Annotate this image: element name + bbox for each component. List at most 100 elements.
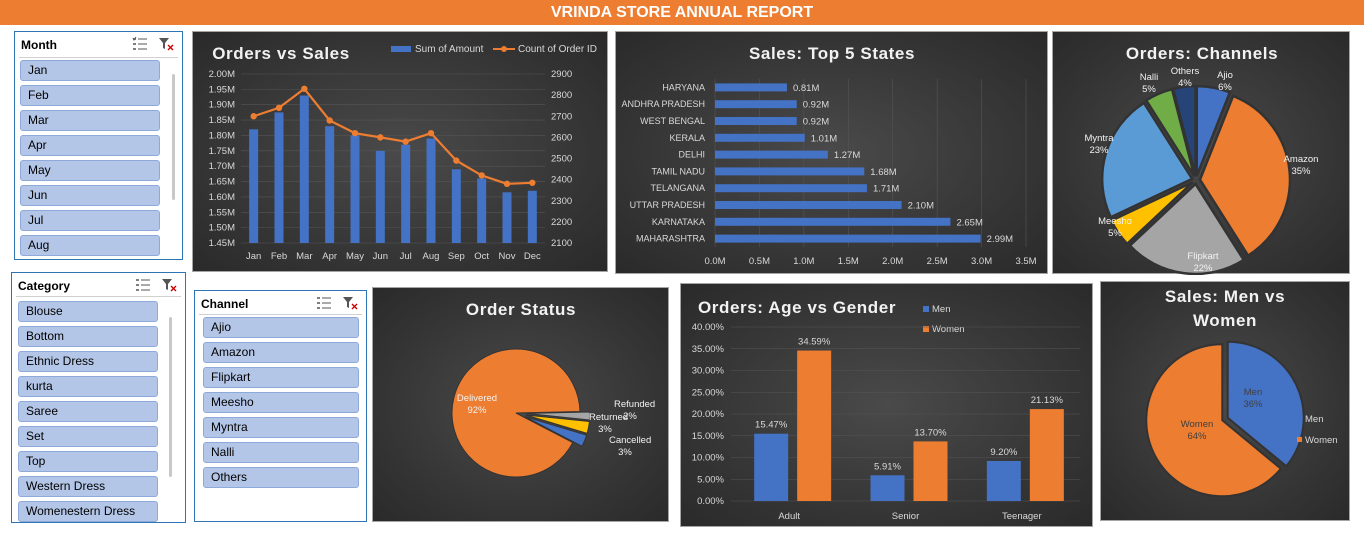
slicer-item-myntra[interactable]: Myntra [203,417,359,438]
slice-pct: 3% [598,424,612,435]
y-tick: 10.00% [692,453,725,464]
category-slicer[interactable]: Category Blouse Bottom Ethnic Dress kurta Sa… [11,272,186,523]
state-label: UTTAR PRADESH [630,200,705,210]
chart-title-line2: Women [1193,311,1257,330]
channels-chart[interactable]: Orders: Channels Ajio 6% Amazon 35% Flipkart 2… [1052,31,1350,276]
slicer-item-blouse[interactable]: Blouse [18,301,158,322]
data-label: 34.59% [798,337,831,348]
slicer-item-apr[interactable]: Apr [20,135,160,156]
y-tick: 0.00% [697,496,724,507]
y-left-tick: 1.65M [209,177,235,188]
slicer-item-aug[interactable]: Aug [20,235,160,256]
x-tick: 1.0M [793,256,814,267]
multi-select-icon[interactable] [132,36,148,52]
month-slicer[interactable]: Month Jan Feb Mar Apr May Jun Jul Aug [14,31,183,260]
x-tick: Oct [474,251,489,262]
slicer-item-ajio[interactable]: Ajio [203,317,359,338]
slicer-item-kurta[interactable]: kurta [18,376,158,397]
legend-label-orders: Count of Order ID [518,44,597,55]
y-right-tick: 2400 [551,175,572,186]
multi-select-icon[interactable] [135,277,151,293]
data-label: 1.27M [834,150,860,161]
bar-women-teenager [1029,409,1064,501]
slicer-item-flipkart[interactable]: Flipkart [203,367,359,388]
slice-label: Flipkart [1187,251,1219,262]
orders-marker-oct [478,172,485,179]
slicer-item-others[interactable]: Others [203,467,359,488]
bar-men-teenager [986,460,1021,501]
data-label: 15.47% [755,420,788,431]
state-label: DELHI [678,150,705,160]
order-status-chart[interactable]: Order Status Delivered 92% Refunded 2% Return… [372,287,669,522]
clear-filter-icon[interactable] [161,277,177,293]
x-tick: Senior [892,511,919,522]
state-label: KARNATAKA [652,217,705,227]
bar-amount-jan [249,129,259,243]
orders-marker-jul [402,138,409,145]
bar-women-adult [797,350,832,501]
bar-amount-dec [527,190,537,243]
slice-pct: 6% [1218,82,1232,93]
data-label: 21.13% [1031,395,1064,406]
bar-amount-jun [375,150,385,243]
slicer-item-ethnic-dress[interactable]: Ethnic Dress [18,351,158,372]
bar-amount-mar [299,95,309,243]
bar-women-senior [913,441,948,501]
y-tick: 40.00% [692,322,725,333]
legend-marker-orders [501,46,507,52]
data-label: 1.71M [873,184,899,195]
bar-state-delhi [715,150,828,159]
age-gender-chart[interactable]: Orders: Age vs Gender Men Women 0.00% 5.00% 1… [680,283,1093,527]
chart-title: Orders: Channels [1126,44,1278,63]
slicer-item-top[interactable]: Top [18,451,158,472]
slicer-item-amazon[interactable]: Amazon [203,342,359,363]
multi-select-icon[interactable] [316,295,332,311]
men-women-chart[interactable]: Sales: Men vs Women Men 36% Women 64% Men Women [1100,281,1350,521]
y-right-tick: 2500 [551,154,572,165]
x-tick: 0.0M [704,256,725,267]
y-left-tick: 1.45M [209,238,235,249]
slice-pct: 5% [1142,84,1156,95]
slicer-item-nalli[interactable]: Nalli [203,442,359,463]
x-tick: 2.0M [882,256,903,267]
x-tick: Apr [322,251,337,262]
clear-filter-icon[interactable] [158,36,174,52]
channel-slicer[interactable]: Channel Ajio Amazon Flipkart Meesho Myntra Na… [194,290,367,522]
slicer-item-bottom[interactable]: Bottom [18,326,158,347]
slicer-item-meesho[interactable]: Meesho [203,392,359,413]
y-tick: 35.00% [692,344,725,355]
slicer-item-jun[interactable]: Jun [20,185,160,206]
x-tick: 2.5M [927,256,948,267]
slicer-item-jan[interactable]: Jan [20,60,160,81]
x-tick: Jul [400,251,412,262]
slice-label: Amazon [1284,154,1319,165]
slice-pct: 23% [1089,145,1109,156]
slicer-item-mar[interactable]: Mar [20,110,160,131]
y-left-tick: 1.75M [209,146,235,157]
slicer-item-jul[interactable]: Jul [20,210,160,231]
y-right-tick: 2700 [551,111,572,122]
top-states-chart[interactable]: Sales: Top 5 States 0.0M 0.5M 1.0M 1.5M 2.0M 2… [615,31,1048,274]
slicer-item-saree[interactable]: Saree [18,401,158,422]
x-tick: Jun [373,251,388,262]
slicer-item-womenestern-dress[interactable]: Womenestern Dress [18,501,158,522]
data-label: 2.99M [987,234,1013,245]
y-left-tick: 1.95M [209,84,235,95]
slicer-item-feb[interactable]: Feb [20,85,160,106]
x-tick: Jan [246,251,261,262]
orders-vs-sales-chart[interactable]: Orders vs Sales Sum of Amount Count of Ord… [192,31,608,272]
orders-marker-nov [503,180,511,188]
bar-state-maharashtra [715,234,981,243]
slicer-item-may[interactable]: May [20,160,160,181]
state-label: TELANGANA [650,183,705,193]
slice-label: Others [1171,66,1200,77]
month-scrollbar[interactable] [172,74,175,200]
orders-marker-apr [326,117,333,124]
y-right-tick: 2100 [551,238,572,249]
slicer-item-western-dress[interactable]: Western Dress [18,476,158,497]
category-scrollbar[interactable] [169,317,172,477]
y-left-tick: 2.00M [209,69,235,80]
slicer-item-set[interactable]: Set [18,426,158,447]
x-tick: 0.5M [749,256,770,267]
clear-filter-icon[interactable] [342,295,358,311]
